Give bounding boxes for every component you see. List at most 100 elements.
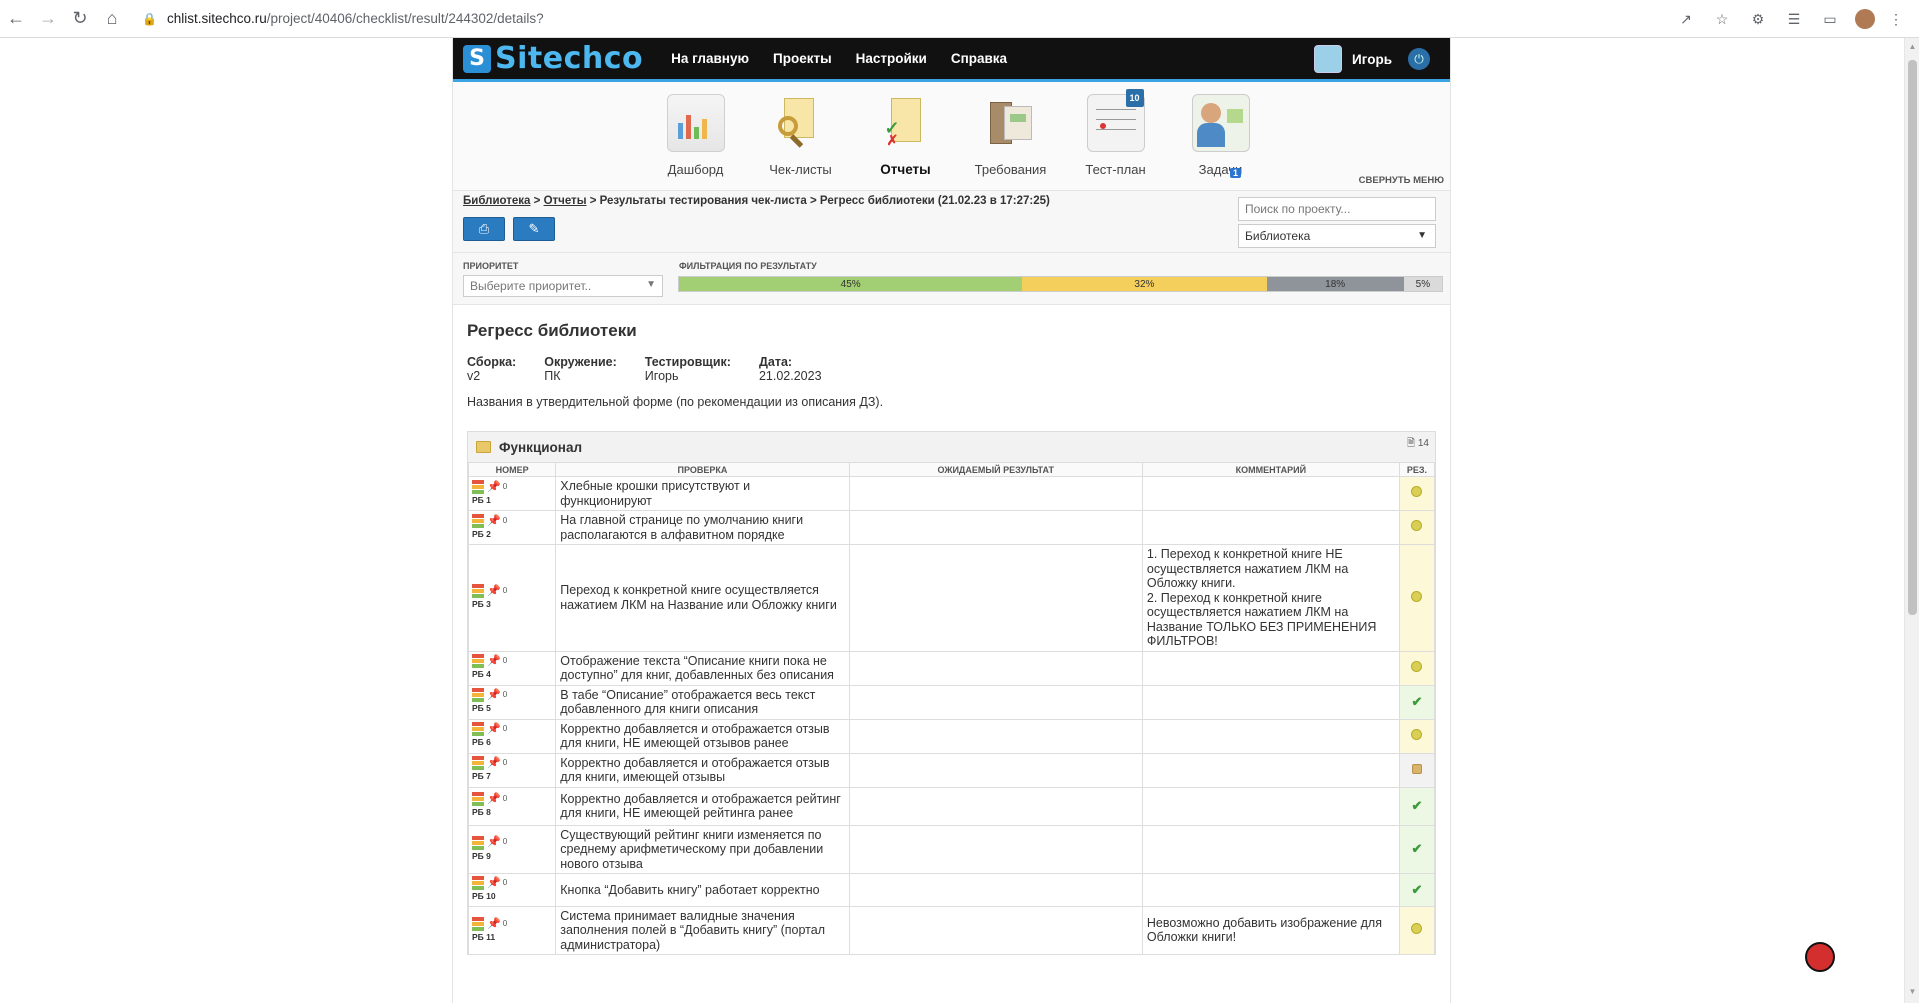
scroll-up-icon[interactable]: ▲: [1908, 42, 1917, 52]
nav-home[interactable]: На главную: [671, 51, 749, 66]
result-cell[interactable]: ✔: [1398, 873, 1436, 907]
checklists-icon: [772, 94, 830, 152]
table-row[interactable]: 📌 0 РБ 6 Корректно добавляется и отображает…: [467, 718, 1436, 754]
group-header[interactable]: Функционал 🗎 14: [468, 432, 1435, 462]
table-row[interactable]: 📌 0 РБ 3 Переход к конкретной книге осущест…: [467, 544, 1436, 652]
result-cell[interactable]: ✔: [1398, 786, 1436, 826]
result-cell[interactable]: [1398, 510, 1436, 545]
checks-body: 📌 0 РБ 1 Хлебные крошки присутствуют и функ…: [467, 476, 1436, 956]
menu-requirements-label: Требования: [974, 162, 1047, 177]
result-cell[interactable]: ✔: [1398, 684, 1436, 720]
nav-help[interactable]: Справка: [951, 51, 1007, 66]
nav-projects[interactable]: Проекты: [773, 51, 832, 66]
row-number-cell: 📌 0 РБ 3: [467, 544, 557, 652]
print-button[interactable]: ⎙: [463, 217, 505, 241]
chevron-down-icon: ▼: [646, 279, 656, 290]
menu-checklists[interactable]: Чек-листы: [748, 94, 853, 177]
page-scrollbar[interactable]: ▲ ▼: [1904, 38, 1919, 1003]
breadcrumb-library[interactable]: Библиотека: [463, 195, 530, 207]
menu-icon[interactable]: ⋮: [1881, 3, 1911, 35]
menu-reports[interactable]: ✓ ✗ Отчеты: [853, 94, 958, 177]
pin-icon[interactable]: 📌: [487, 835, 501, 850]
check-cell: Существующий рейтинг книги изменяется по…: [555, 824, 850, 874]
menu-dashboard[interactable]: Дашборд: [643, 94, 748, 177]
lock-icon: 🔒: [142, 11, 157, 26]
home-icon[interactable]: ⌂: [96, 3, 128, 35]
chevron-down-icon: ▼: [1417, 230, 1427, 241]
address-bar[interactable]: 🔒 chlist.sitechco.ru/project/40406/check…: [142, 4, 544, 34]
reload-icon[interactable]: ↻: [64, 3, 96, 35]
result-cell[interactable]: [1398, 650, 1436, 686]
table-row[interactable]: 📌 0 РБ 4 Отображение текста “Описание книги…: [467, 650, 1436, 686]
report-description: Названия в утвердительной форме (по реко…: [467, 395, 884, 409]
extensions-icon[interactable]: ⚙: [1743, 3, 1773, 35]
scroll-down-icon[interactable]: ▼: [1908, 987, 1917, 997]
profile-avatar[interactable]: [1855, 9, 1875, 29]
user-name[interactable]: Игорь: [1352, 52, 1392, 67]
forward-icon[interactable]: →: [32, 3, 64, 35]
result-cell[interactable]: [1398, 544, 1436, 652]
edit-button[interactable]: ✎: [513, 217, 555, 241]
result-filter-bar[interactable]: 45% 32% 18% 5%: [678, 276, 1443, 292]
menu-tasks-label: Задачи: [1198, 162, 1243, 177]
user-avatar[interactable]: [1314, 45, 1343, 73]
expected-cell: [848, 824, 1143, 874]
result-cell[interactable]: [1398, 718, 1436, 754]
menu-requirements[interactable]: Требования: [958, 94, 1063, 177]
pin-icon[interactable]: 📌: [487, 480, 501, 495]
table-row[interactable]: 📌 0 РБ 5В табе “Описание” отображается вес…: [467, 684, 1436, 720]
result-segment[interactable]: 45%: [679, 277, 1023, 291]
result-cell[interactable]: ✔: [1398, 824, 1436, 874]
project-select[interactable]: Библиотека ▼: [1238, 224, 1436, 248]
table-row[interactable]: 📌 0 РБ 11 Система принимает валидные значен…: [467, 905, 1436, 956]
pin-icon[interactable]: 📌: [487, 514, 501, 529]
row-number: РБ 11: [472, 931, 496, 942]
col-number: НОМЕР: [467, 462, 557, 477]
folder-icon: [476, 441, 491, 453]
result-segment[interactable]: 18%: [1266, 277, 1404, 291]
share-icon[interactable]: ↗: [1671, 3, 1701, 35]
row-number-cell: 📌 0 РБ 6: [467, 718, 557, 754]
table-row[interactable]: 📌 0 РБ 7 Корректно добавляется и отображает…: [467, 752, 1436, 788]
row-number: РБ 2: [472, 528, 491, 539]
scroll-thumb[interactable]: [1908, 60, 1917, 615]
expected-cell: [848, 544, 1143, 652]
logo-text: Sitechco: [495, 41, 644, 76]
menu-tasks[interactable]: Задачи 1: [1168, 94, 1273, 178]
meta-date-key: Дата:: [758, 355, 793, 369]
table-row[interactable]: 📌 0 РБ 8 Корректно добавляется и отображает…: [467, 786, 1436, 826]
nav-settings[interactable]: Настройки: [856, 51, 927, 66]
bug-report-icon[interactable]: [1805, 942, 1835, 972]
attachments-count: 0: [502, 481, 508, 491]
logout-power-icon[interactable]: ⏻: [1408, 48, 1430, 70]
pin-icon[interactable]: 📌: [487, 917, 501, 932]
table-row[interactable]: 📌 0 РБ 9 Существующий рейтинг книги изменяе…: [467, 824, 1436, 874]
breadcrumb-reports[interactable]: Отчеты: [544, 195, 587, 207]
menu-testplan[interactable]: 10 Тест-план: [1063, 89, 1168, 177]
result-cell[interactable]: [1398, 476, 1436, 511]
expected-cell: [848, 684, 1143, 720]
module-menu: Дашборд Чек-листы ✓ ✗ Отчеты Требования …: [453, 82, 1450, 191]
media-icon[interactable]: ☰: [1779, 3, 1809, 35]
back-icon[interactable]: ←: [0, 3, 32, 35]
meta-tester-key: Тестировщик:: [644, 355, 731, 369]
attachments-count: 0: [502, 878, 508, 887]
row-number: РБ 7: [472, 771, 491, 782]
priority-select[interactable]: Выберите приоритет.. ▼: [463, 275, 663, 297]
row-number-cell: 📌 0 РБ 10: [467, 873, 557, 907]
attachments-count: 0: [502, 724, 508, 734]
result-cell[interactable]: [1398, 905, 1436, 956]
logo[interactable]: S Sitechco: [463, 41, 643, 76]
requirements-icon: [982, 94, 1040, 152]
project-search-input[interactable]: Поиск по проекту...: [1238, 197, 1436, 221]
result-segment[interactable]: 32%: [1022, 277, 1267, 291]
collapse-menu-link[interactable]: СВЕРНУТЬ МЕНЮ: [1359, 175, 1444, 186]
table-row[interactable]: 📌 0 РБ 2 На главной странице по умолчанию к…: [467, 510, 1436, 545]
sidepanel-icon[interactable]: ▭: [1815, 3, 1845, 35]
table-row[interactable]: 📌 0 РБ 10 Кнопка “Добавить книгу” работает …: [467, 873, 1436, 907]
star-icon[interactable]: ☆: [1707, 3, 1737, 35]
result-segment[interactable]: 5%: [1403, 277, 1442, 291]
result-cell[interactable]: [1398, 752, 1436, 788]
breadcrumb: Библиотека > Отчеты > Результаты тестиро…: [463, 195, 1050, 207]
table-row[interactable]: 📌 0 РБ 1 Хлебные крошки присутствуют и функ…: [467, 476, 1436, 511]
